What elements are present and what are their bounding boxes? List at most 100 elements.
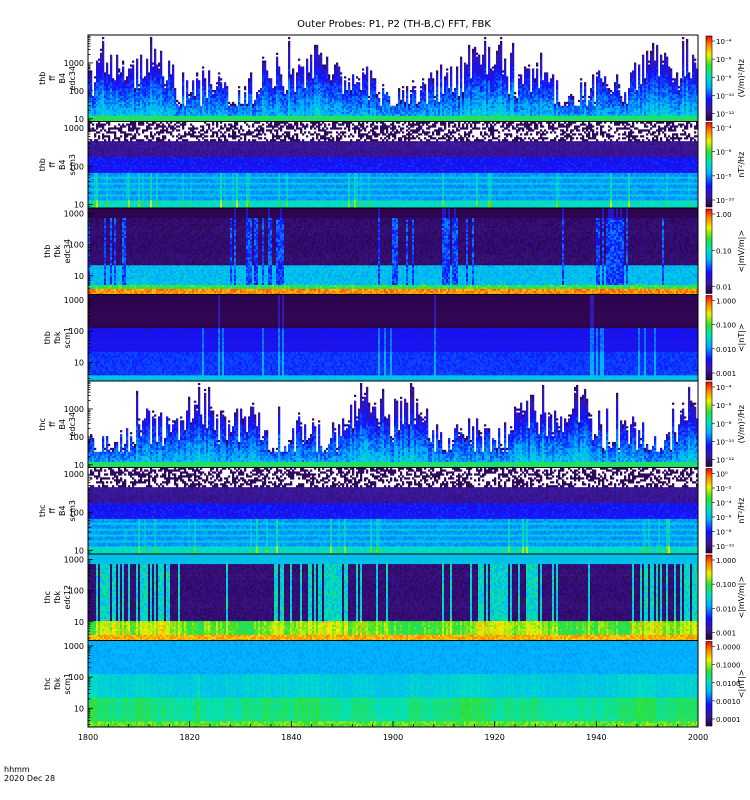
heatmap-cell [116,102,118,104]
heatmap-cell [116,55,118,57]
heatmap-cell [118,86,120,88]
heatmap-cell [104,80,106,82]
heatmap-cell [114,116,116,118]
heatmap-cell [110,82,112,84]
heatmap-cell [100,68,102,70]
heatmap-cell [116,118,118,120]
heatmap-cell [112,112,114,114]
heatmap-cell [100,106,102,108]
heatmap-cell [98,108,100,110]
heatmap-cell [98,96,100,98]
heatmap-cell [96,90,98,92]
heatmap-cell [104,72,106,74]
heatmap-cell [110,110,112,112]
heatmap-cell [92,96,94,98]
heatmap-cell [98,114,100,116]
heatmap-cell [106,90,108,92]
heatmap-cell [104,90,106,92]
heatmap-cell [116,82,118,84]
heatmap-cell [118,116,120,118]
heatmap-cell [104,94,106,96]
heatmap-cell [102,72,104,74]
heatmap-cell [114,86,116,88]
heatmap-cell [96,74,98,76]
heatmap-cell [108,74,110,76]
heatmap-cell [92,108,94,110]
heatmap-cell [114,98,116,100]
heatmap-cell [96,68,98,70]
heatmap-cell [106,84,108,86]
heatmap-cell [96,82,98,84]
heatmap-cell [96,86,98,88]
heatmap-cell [102,41,104,43]
heatmap-cell [96,80,98,82]
heatmap-cell [106,94,108,96]
heatmap-cell [118,114,120,116]
heatmap-cell [102,84,104,86]
heatmap-cell [108,76,110,78]
heatmap-cell [110,108,112,110]
heatmap-cell [96,76,98,78]
heatmap-cell [118,70,120,72]
heatmap-cell [116,104,118,106]
heatmap-cell [90,106,92,108]
heatmap-cell [114,80,116,82]
heatmap-cell [102,112,104,114]
heatmap-cell [108,110,110,112]
heatmap-cell [108,88,110,90]
heatmap-cell [104,116,106,118]
heatmap-cell [116,66,118,68]
heatmap-cell [102,98,104,100]
heatmap-cell [118,82,120,84]
heatmap-cell [112,102,114,104]
heatmap-cell [110,76,112,78]
heatmap-cell [94,118,96,120]
heatmap-cell [100,76,102,78]
heatmap-cell [106,92,108,94]
heatmap-cell [102,90,104,92]
heatmap-cell [98,110,100,112]
heatmap-cell [106,82,108,84]
heatmap-cell [108,116,110,118]
heatmap-cell [112,88,114,90]
heatmap-cell [110,90,112,92]
heatmap-cell [106,80,108,82]
heatmap-cell [116,57,118,59]
spectrogram-figure: Outer Probes: P1, P2 (TH-B,C) FFT, FBK 1… [0,0,750,800]
heatmap-cell [102,61,104,63]
heatmap-cell [100,84,102,86]
heatmap-cell [112,84,114,86]
heatmap-cell [102,108,104,110]
heatmap-cell [96,94,98,96]
heatmap-cell [98,90,100,92]
heatmap-cell [106,112,108,114]
heatmap-cell [102,55,104,57]
heatmap-cell [104,114,106,116]
heatmap-cell [110,92,112,94]
heatmap-cell [104,100,106,102]
heatmap-cell [90,88,92,90]
heatmap-cell [104,86,106,88]
heatmap-cell [108,114,110,116]
heatmap-cell [114,96,116,98]
heatmap-cell [96,88,98,90]
heatmap-cell [110,63,112,65]
heatmap-cell [106,96,108,98]
heatmap-cell [102,64,104,66]
heatmap-cell [100,70,102,72]
heatmap-cell [118,118,120,120]
heatmap-cell [106,110,108,112]
heatmap-cell [114,104,116,106]
heatmap-cell [96,116,98,118]
heatmap-cell [116,116,118,118]
heatmap-cell [110,84,112,86]
heatmap-cell [118,104,120,106]
heatmap-cell [108,78,110,80]
heatmap-cell [116,59,118,61]
heatmap-cell [94,116,96,118]
heatmap-cell [112,90,114,92]
heatmap-cell [118,88,120,90]
heatmap-cell [100,74,102,76]
heatmap-cell [118,80,120,82]
heatmap-cell [96,106,98,108]
